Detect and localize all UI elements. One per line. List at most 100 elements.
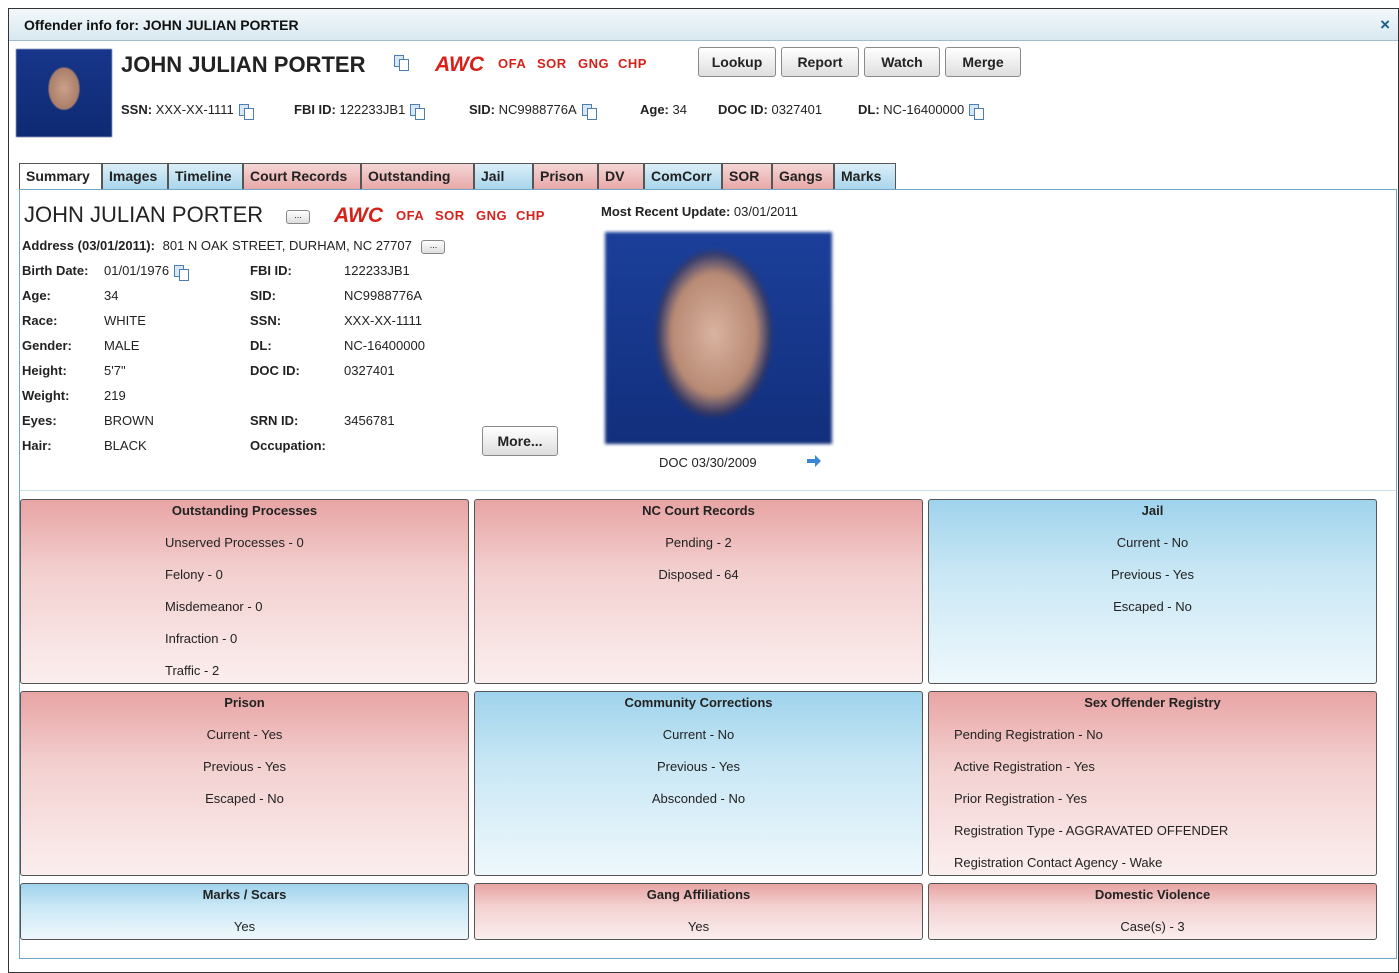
tab-comcorr[interactable]: ComCorr: [644, 163, 722, 189]
field-value: BLACK: [104, 438, 147, 453]
box-line: Yes: [233, 919, 256, 934]
copy-icon[interactable]: [394, 54, 409, 71]
field-value: 122233JB1: [344, 263, 410, 278]
box-line: Absconded - No: [651, 791, 746, 806]
box-line: Pending - 2: [665, 535, 732, 550]
tab-dv[interactable]: DV: [598, 163, 644, 189]
box-line: Traffic - 2: [165, 663, 220, 678]
merge-button[interactable]: Merge: [945, 47, 1021, 77]
flag-ofa[interactable]: OFA: [498, 56, 526, 71]
field-label: Age:: [22, 288, 51, 303]
box-title: Domestic Violence: [1094, 887, 1211, 902]
next-arrow-icon[interactable]: [806, 455, 822, 467]
copy-icon[interactable]: [410, 103, 426, 120]
copy-icon[interactable]: [174, 264, 190, 281]
lookup-button[interactable]: Lookup: [698, 47, 776, 77]
field-label: Hair:: [22, 438, 52, 453]
field-label: SSN:: [250, 313, 282, 328]
box-title: NC Court Records: [642, 503, 755, 518]
field-label: FBI ID:: [250, 263, 292, 278]
tab-timeline[interactable]: Timeline: [168, 163, 243, 189]
box-title: Sex Offender Registry: [1084, 695, 1221, 710]
box-line: Escaped - No: [205, 791, 284, 806]
address-row: Address (03/01/2011): 801 N OAK STREET, …: [22, 238, 446, 254]
tab-gangs[interactable]: Gangs: [772, 163, 834, 189]
community-corrections-box[interactable]: Community Corrections Current - No Previ…: [474, 691, 923, 876]
outstanding-processes-box[interactable]: Outstanding Processes Unserved Processes…: [20, 499, 469, 684]
tab-jail[interactable]: Jail: [474, 163, 533, 189]
more-button[interactable]: More...: [482, 426, 558, 456]
copy-icon[interactable]: [581, 103, 597, 120]
tab-prison[interactable]: Prison: [533, 163, 598, 189]
close-icon[interactable]: ×: [1380, 15, 1390, 35]
header-sid: SID: NC9988776A: [469, 102, 597, 120]
box-title: Outstanding Processes: [171, 503, 318, 518]
field-label: Birth Date:: [22, 263, 89, 278]
box-title: Gang Affiliations: [646, 887, 751, 902]
box-line: Disposed - 64: [658, 567, 739, 582]
mugshot-image[interactable]: [605, 232, 832, 444]
box-line: Current - No: [662, 727, 735, 742]
tab-summary[interactable]: Summary: [19, 163, 102, 190]
box-line: Previous - Yes: [656, 759, 741, 774]
gang-affiliations-box[interactable]: Gang Affiliations Yes: [474, 883, 923, 940]
name-more-button[interactable]: ...: [286, 210, 310, 224]
header-doc: DOC ID: 0327401: [718, 102, 823, 117]
field-value: 3456781: [344, 413, 395, 428]
summary-name: JOHN JULIAN PORTER: [24, 202, 264, 227]
copy-icon[interactable]: [238, 103, 254, 120]
box-line: Case(s) - 3: [1120, 919, 1185, 934]
box-line: Current - Yes: [206, 727, 283, 742]
field-label: DL:: [250, 338, 272, 353]
header-ssn: SSN: XXX-XX-1111: [121, 102, 254, 120]
tab-outstanding[interactable]: Outstanding: [361, 163, 474, 189]
field-label: Weight:: [22, 388, 70, 403]
box-line: Active Registration - Yes: [954, 759, 1095, 774]
jail-box[interactable]: Jail Current - No Previous - Yes Escaped…: [928, 499, 1377, 684]
flag-gng[interactable]: GNG: [476, 208, 507, 223]
report-button[interactable]: Report: [781, 47, 859, 77]
photo-caption: DOC 03/30/2009: [659, 455, 757, 470]
box-line: Registration Contact Agency - Wake: [954, 855, 1163, 870]
box-title: Jail: [1141, 503, 1164, 518]
field-label: Eyes:: [22, 413, 57, 428]
box-line: Escaped - No: [1113, 599, 1192, 614]
field-value: 219: [104, 388, 126, 403]
tab-sor[interactable]: SOR: [722, 163, 772, 189]
box-title: Prison: [224, 695, 265, 710]
domestic-violence-box[interactable]: Domestic Violence Case(s) - 3: [928, 883, 1377, 940]
flag-awc[interactable]: AWC: [334, 204, 383, 228]
box-line: Previous - Yes: [202, 759, 287, 774]
flag-sor[interactable]: SOR: [537, 56, 567, 71]
marks-scars-box[interactable]: Marks / Scars Yes: [20, 883, 469, 940]
field-label: SID:: [250, 288, 276, 303]
copy-icon[interactable]: [969, 103, 985, 120]
tab-images[interactable]: Images: [102, 163, 168, 189]
box-line: Previous - Yes: [1110, 567, 1195, 582]
flag-chp[interactable]: CHP: [516, 208, 545, 223]
tab-court-records[interactable]: Court Records: [243, 163, 361, 189]
flag-chp[interactable]: CHP: [618, 56, 647, 71]
header-dl: DL: NC-16400000: [858, 102, 985, 120]
tab-marks[interactable]: Marks: [834, 163, 896, 189]
title-bar: Offender info for: JOHN JULIAN PORTER ×: [9, 9, 1398, 41]
field-label: Occupation:: [250, 438, 326, 453]
flag-awc[interactable]: AWC: [435, 53, 484, 77]
address-more-button[interactable]: ...: [421, 239, 446, 254]
flag-gng[interactable]: GNG: [578, 56, 609, 71]
box-line: Misdemeanor - 0: [165, 599, 263, 614]
flag-sor[interactable]: SOR: [435, 208, 465, 223]
nc-court-records-box[interactable]: NC Court Records Pending - 2 Disposed - …: [474, 499, 923, 684]
box-title: Community Corrections: [624, 695, 773, 710]
box-line: Current - No: [1116, 535, 1189, 550]
sex-offender-registry-box[interactable]: Sex Offender Registry Pending Registrati…: [928, 691, 1377, 876]
prison-box[interactable]: Prison Current - Yes Previous - Yes Esca…: [20, 691, 469, 876]
field-value: XXX-XX-1111: [344, 313, 423, 328]
field-value: BROWN: [104, 413, 154, 428]
field-value: NC-16400000: [344, 338, 425, 353]
watch-button[interactable]: Watch: [864, 47, 940, 77]
field-label: SRN ID:: [250, 413, 299, 428]
field-label: Race:: [22, 313, 58, 328]
flag-ofa[interactable]: OFA: [396, 208, 424, 223]
box-line: Prior Registration - Yes: [954, 791, 1087, 806]
